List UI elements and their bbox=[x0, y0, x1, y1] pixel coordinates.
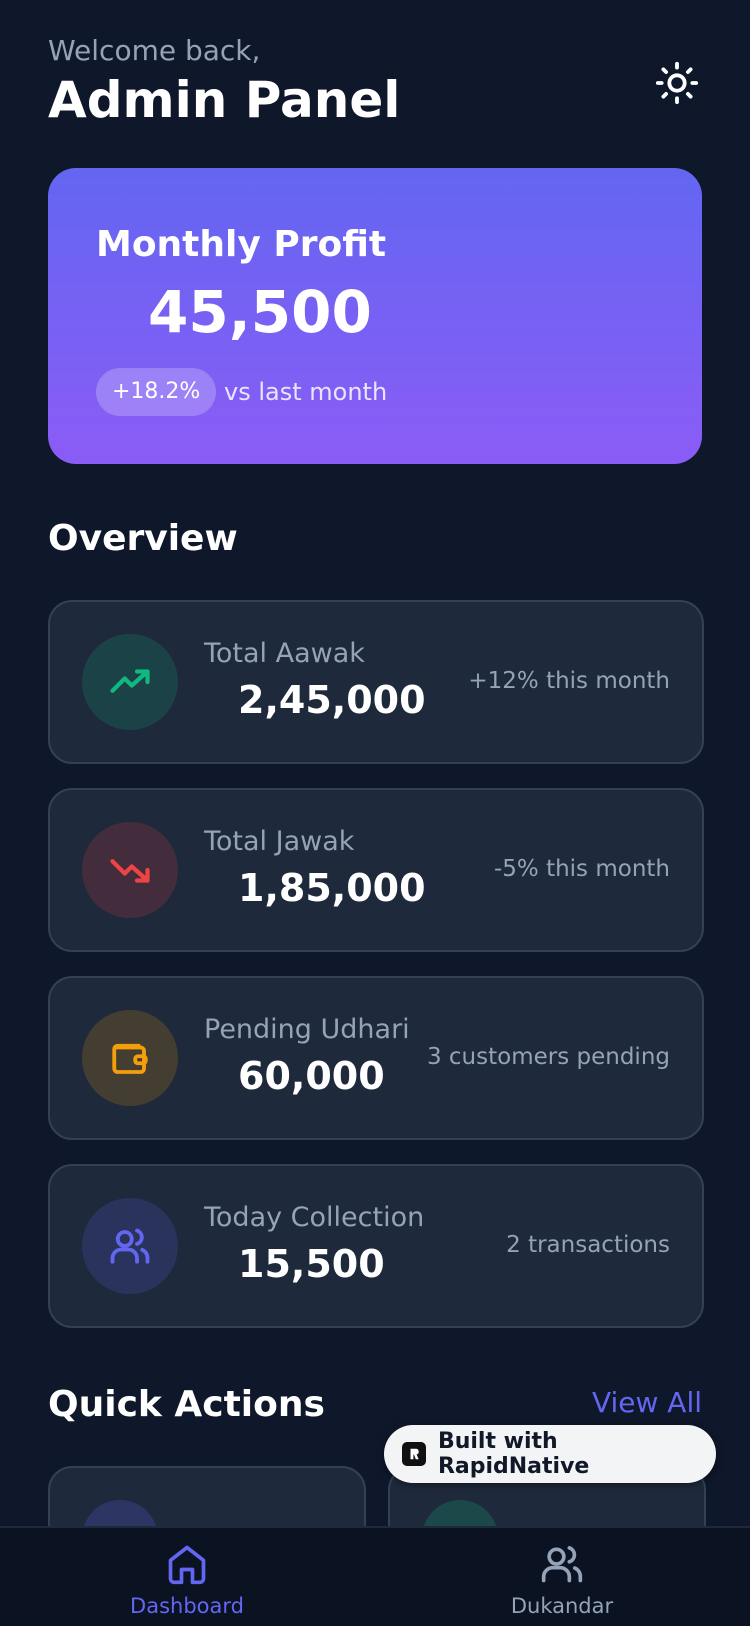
tab-label: Dashboard bbox=[130, 1594, 244, 1618]
welcome-text: Welcome back, bbox=[48, 34, 261, 67]
stat-note: +12% this month bbox=[468, 668, 670, 694]
stat-value: 15,500 bbox=[238, 1242, 385, 1286]
bottom-tab-bar: Dashboard Dukandar bbox=[0, 1526, 750, 1626]
monthly-profit-card: Monthly Profit 45,500 +18.2% vs last mon… bbox=[48, 168, 702, 464]
users-icon bbox=[82, 1198, 178, 1294]
profit-value: 45,500 bbox=[148, 278, 372, 346]
stat-label: Today Collection bbox=[204, 1202, 425, 1233]
stat-note: 3 customers pending bbox=[426, 1044, 670, 1070]
stat-note: -5% this month bbox=[493, 856, 670, 882]
stat-value: 2,45,000 bbox=[238, 678, 426, 722]
built-with-text: Built with RapidNative bbox=[437, 1429, 590, 1479]
stat-label: Total Aawak bbox=[204, 638, 365, 669]
trending-down-icon bbox=[82, 822, 178, 918]
quick-actions-title: Quick Actions bbox=[48, 1384, 325, 1425]
view-all-link[interactable]: View All bbox=[592, 1386, 702, 1419]
tab-dukandar[interactable]: Dukandar bbox=[482, 1542, 642, 1618]
stat-card-today-collection[interactable]: Today Collection 15,500 2 transactions bbox=[48, 1164, 704, 1328]
profit-label: Monthly Profit bbox=[96, 224, 387, 265]
stat-value: 60,000 bbox=[238, 1054, 385, 1098]
stat-label: Pending Udhari bbox=[204, 1014, 410, 1045]
stat-card-pending-udhari[interactable]: Pending Udhari 60,000 3 customers pendin… bbox=[48, 976, 704, 1140]
tab-dashboard[interactable]: Dashboard bbox=[107, 1542, 267, 1618]
home-icon bbox=[168, 1545, 206, 1585]
sun-icon bbox=[655, 61, 699, 105]
profit-compare-text: vs last month bbox=[224, 378, 388, 406]
wallet-icon bbox=[82, 1010, 178, 1106]
stat-card-total-jawak[interactable]: Total Jawak 1,85,000 -5% this month bbox=[48, 788, 704, 952]
trending-up-icon bbox=[82, 634, 178, 730]
stat-label: Total Jawak bbox=[204, 826, 355, 857]
stat-card-total-aawak[interactable]: Total Aawak 2,45,000 +12% this month bbox=[48, 600, 704, 764]
users-icon bbox=[541, 1546, 583, 1583]
profit-change-badge: +18.2% bbox=[96, 368, 217, 416]
built-with-badge[interactable]: Built with RapidNative bbox=[384, 1425, 716, 1483]
tab-label: Dukandar bbox=[510, 1594, 614, 1618]
theme-toggle-button[interactable] bbox=[652, 58, 702, 108]
header: Welcome back, Admin Panel bbox=[48, 34, 702, 134]
rapidnative-logo-icon bbox=[402, 1442, 426, 1466]
overview-title: Overview bbox=[48, 518, 238, 559]
page-title: Admin Panel bbox=[48, 71, 401, 129]
stat-note: 2 transactions bbox=[506, 1232, 670, 1258]
stat-value: 1,85,000 bbox=[238, 866, 426, 910]
